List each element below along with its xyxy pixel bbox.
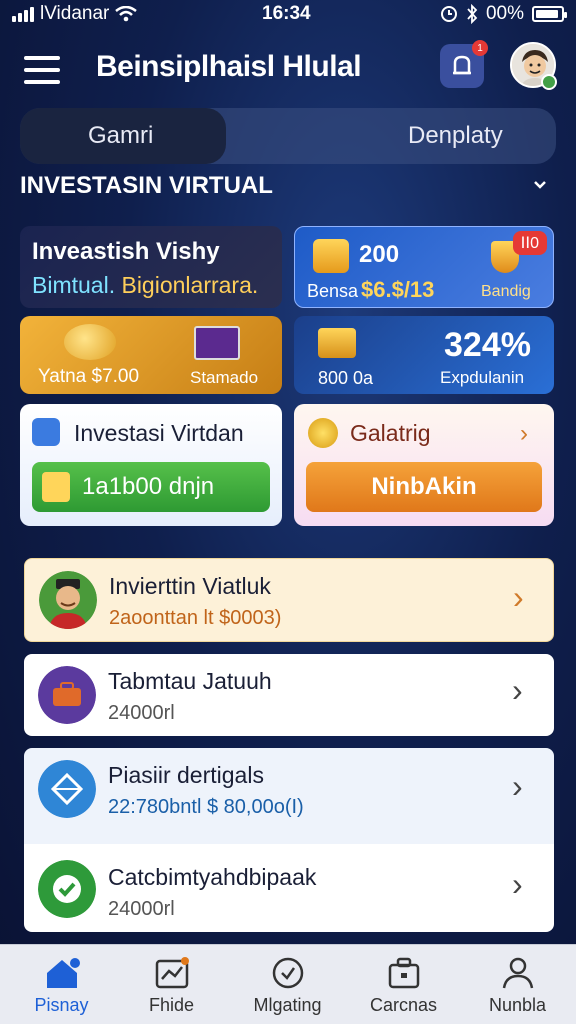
gold-badge: ⅠⅠ0	[512, 231, 547, 255]
clock-icon	[272, 957, 303, 989]
promo-card[interactable]: Inveastish Vishy Bimtual. Bigionlarrara.	[20, 226, 282, 308]
catalog-button[interactable]: NinbAkin	[306, 462, 542, 512]
invest-title: Investasi Virtdan	[74, 420, 244, 446]
bluetooth-icon	[467, 4, 478, 24]
promo-subtitle: Bimtual. Bigionlarrara.	[32, 272, 258, 299]
shield-check-icon	[38, 860, 96, 918]
nav-label: Nunbla	[488, 995, 547, 1015]
wifi-icon	[115, 6, 138, 22]
list-item-title: Piasiir dertigals	[108, 762, 264, 788]
notification-badge: 1	[472, 40, 488, 56]
chevron-right-icon: ›	[513, 579, 524, 615]
nav-label: Mlgating	[253, 995, 322, 1015]
tab-gamri-label[interactable]: Gamri	[88, 122, 153, 150]
avatar-man-icon	[39, 571, 97, 629]
list-item-title: Invierttin Viatluk	[109, 573, 271, 599]
gold-amount: 200	[359, 241, 400, 268]
promo-subtitle-b: Bigionlarrara.	[121, 272, 259, 298]
catalog-card: Galatrig › NinbAkin	[294, 404, 554, 526]
status-left: lVidanar	[12, 3, 138, 25]
signal-icon	[12, 6, 34, 22]
invest-button-label: 1a1b00 dnjn	[82, 473, 215, 500]
bottom-nav: Pisnay Fhide Mlgating Carcnas Nunbla	[0, 944, 576, 1024]
coin-stack-icon	[318, 328, 356, 358]
invest-icon	[32, 418, 60, 446]
carrier-label: lVidanar	[40, 3, 110, 24]
stats-card[interactable]: 324% 800 0a Expdulanin	[294, 316, 554, 394]
list-item[interactable]: Catcbimtyahdbipaak 24000rl ›	[24, 844, 554, 932]
list-item-title: Tabmtau Jatuuh	[108, 668, 272, 694]
app-title: Beinsiplhaisl Hlulal	[96, 50, 362, 83]
home-icon	[46, 958, 80, 988]
battery-icon	[532, 6, 567, 22]
chevron-down-icon[interactable]	[532, 178, 548, 190]
chevron-right-icon: ›	[512, 768, 523, 804]
notification-button[interactable]: 1	[440, 40, 488, 88]
stats-right: Expdulanin	[440, 368, 525, 387]
status-right: 00%	[440, 3, 567, 25]
nav-nunbla[interactable]: Nunbla	[460, 945, 575, 1024]
nav-carcnas[interactable]: Carcnas	[346, 945, 461, 1024]
briefcase-icon	[388, 957, 419, 989]
list-item-subtitle: 24000rl	[108, 898, 175, 920]
wallet-left: Yatna $7.00	[38, 366, 140, 387]
promo-title: Inveastish Vishy	[32, 238, 220, 265]
diamond-icon	[38, 760, 96, 818]
list-item-title: Catcbimtyahdbipaak	[108, 864, 317, 890]
status-time: 16:34	[262, 3, 311, 24]
menu-button[interactable]	[24, 56, 60, 84]
app-bar: Beinsiplhaisl Hlulal 1	[0, 36, 576, 102]
tab-denplaty[interactable]: Denplaty	[408, 122, 503, 150]
nav-fhide[interactable]: Fhide	[114, 945, 229, 1024]
chart-icon	[155, 957, 189, 989]
gold-bar-icon	[313, 239, 349, 273]
chevron-right-icon: ›	[512, 672, 523, 708]
list-item[interactable]: Tabmtau Jatuuh 24000rl ›	[24, 654, 554, 736]
chevron-right-icon: ›	[512, 866, 523, 902]
online-indicator	[541, 74, 557, 90]
gold-card[interactable]: 200 Bensa $6.$/13 Bandig ⅠⅠ0	[294, 226, 554, 308]
alarm-icon	[440, 6, 457, 22]
nav-label: Fhide	[148, 995, 195, 1015]
nav-label: Pisnay	[34, 995, 89, 1015]
status-bar: lVidanar 16:34 00%	[0, 0, 576, 28]
stats-left: 800 0a	[318, 368, 374, 388]
invest-card: Investasi Virtdan 1a1b00 dnjn	[20, 404, 282, 526]
segmented-tabs: Gamri Denplaty	[20, 108, 556, 164]
briefcase-icon	[38, 666, 96, 724]
monitor-icon	[194, 326, 240, 360]
bell-icon	[453, 55, 471, 75]
coins-icon	[64, 324, 116, 360]
chevron-right-icon[interactable]: ›	[520, 420, 528, 448]
wallet-right: Stamado	[190, 368, 259, 387]
list-item[interactable]: Invierttin Viatluk 2aoonttan lt $0003) ›	[24, 558, 554, 642]
nav-mlgating[interactable]: Mlgating	[230, 945, 345, 1024]
coin-icon	[308, 418, 338, 448]
gold-side-label: Bandig	[481, 283, 531, 300]
gold-value: $6.$/13	[361, 277, 435, 302]
list-item-subtitle: 22:780bntl $ 80,00o(I)	[108, 796, 304, 818]
battery-percent: 00%	[485, 3, 524, 24]
wallet-icon	[42, 472, 70, 502]
stats-percent: 324%	[444, 326, 531, 364]
promo-subtitle-a: Bimtual.	[32, 272, 116, 298]
wallet-card[interactable]: Yatna $7.00 Stamado	[20, 316, 282, 394]
nav-home[interactable]: Pisnay	[4, 945, 119, 1024]
section-title: INVESTASIN VIRTUAL	[20, 172, 273, 199]
person-icon	[502, 957, 533, 989]
gold-label: Bensa	[307, 281, 359, 301]
invest-button[interactable]: 1a1b00 dnjn	[32, 462, 270, 512]
list-item[interactable]: Piasiir dertigals 22:780bntl $ 80,00o(I)…	[24, 748, 554, 844]
list-item-subtitle: 24000rl	[108, 702, 175, 724]
nav-label: Carcnas	[369, 995, 438, 1015]
list-item-subtitle: 2aoonttan lt $0003)	[109, 607, 282, 629]
catalog-title: Galatrig	[350, 420, 431, 446]
